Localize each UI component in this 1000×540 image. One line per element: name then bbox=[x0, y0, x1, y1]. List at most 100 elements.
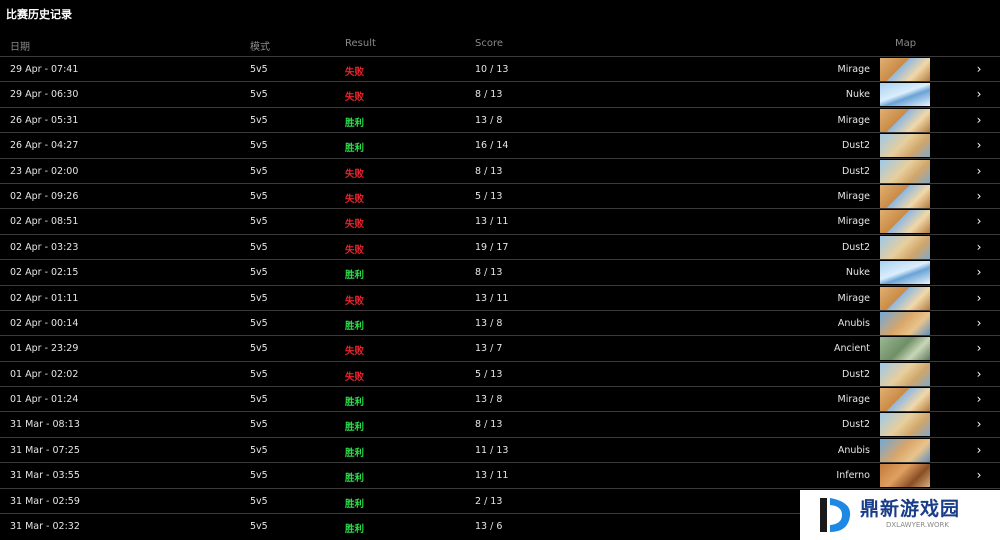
chevron-right-icon[interactable]: › bbox=[972, 62, 986, 76]
match-date: 29 Apr - 06:30 bbox=[10, 89, 79, 101]
match-mode: 5v5 bbox=[250, 521, 268, 533]
table-row[interactable]: 01 Apr - 23:29 5v5 失败 13 / 7 Ancient › bbox=[0, 335, 1000, 361]
table-row[interactable]: 02 Apr - 02:15 5v5 胜利 8 / 13 Nuke › bbox=[0, 259, 1000, 285]
match-result: 胜利 bbox=[345, 498, 365, 510]
match-date: 02 Apr - 01:11 bbox=[10, 292, 79, 304]
match-date: 01 Apr - 02:02 bbox=[10, 368, 79, 380]
match-date: 02 Apr - 08:51 bbox=[10, 216, 79, 228]
table-row[interactable]: 02 Apr - 09:26 5v5 失败 5 / 13 Mirage › bbox=[0, 182, 1000, 208]
match-score: 16 / 14 bbox=[475, 140, 509, 152]
match-date: 29 Apr - 07:41 bbox=[10, 64, 79, 75]
match-result: 失败 bbox=[345, 295, 365, 307]
chevron-right-icon[interactable]: › bbox=[972, 240, 986, 254]
table-row[interactable]: 01 Apr - 02:02 5v5 失败 5 / 13 Dust2 › bbox=[0, 360, 1000, 386]
table-row[interactable]: 02 Apr - 00:14 5v5 胜利 13 / 8 Anubis › bbox=[0, 309, 1000, 335]
table-row[interactable]: 31 Mar - 07:25 5v5 胜利 11 / 13 Anubis › bbox=[0, 436, 1000, 462]
map-name: Anubis bbox=[837, 317, 870, 329]
map-name: Dust2 bbox=[841, 241, 870, 253]
table-header: 日期 模式 Result Score Map bbox=[0, 36, 1000, 54]
header-map: Map bbox=[895, 38, 917, 49]
match-date: 26 Apr - 05:31 bbox=[10, 114, 79, 126]
map-thumbnail bbox=[880, 83, 930, 107]
match-score: 13 / 11 bbox=[475, 216, 509, 228]
chevron-right-icon[interactable]: › bbox=[972, 417, 986, 431]
map-name: Dust2 bbox=[841, 140, 870, 152]
map-thumbnail bbox=[880, 58, 930, 81]
match-date: 02 Apr - 00:14 bbox=[10, 317, 79, 329]
match-result: 失败 bbox=[345, 67, 365, 78]
chevron-right-icon[interactable]: › bbox=[972, 468, 986, 482]
chevron-right-icon[interactable]: › bbox=[972, 214, 986, 228]
chevron-right-icon[interactable]: › bbox=[972, 367, 986, 381]
table-row[interactable]: 02 Apr - 08:51 5v5 失败 13 / 11 Mirage › bbox=[0, 208, 1000, 234]
match-mode: 5v5 bbox=[250, 165, 268, 177]
table-row[interactable]: 29 Apr - 07:41 5v5 失败 10 / 13 Mirage › bbox=[0, 56, 1000, 81]
match-mode: 5v5 bbox=[250, 343, 268, 355]
match-result: 胜利 bbox=[345, 270, 365, 282]
chevron-right-icon[interactable]: › bbox=[972, 392, 986, 406]
match-date: 01 Apr - 23:29 bbox=[10, 343, 79, 355]
map-thumbnail bbox=[880, 108, 930, 132]
match-mode: 5v5 bbox=[250, 140, 268, 152]
match-score: 13 / 6 bbox=[475, 521, 503, 533]
table-row[interactable]: 02 Apr - 01:11 5v5 失败 13 / 11 Mirage › bbox=[0, 284, 1000, 310]
watermark-name: 鼎新游戏园 bbox=[860, 498, 961, 520]
match-result: 胜利 bbox=[345, 117, 365, 129]
table-row[interactable]: 02 Apr - 03:23 5v5 失败 19 / 17 Dust2 › bbox=[0, 233, 1000, 259]
match-score: 13 / 7 bbox=[475, 343, 503, 355]
match-mode: 5v5 bbox=[250, 267, 268, 279]
chevron-right-icon[interactable]: › bbox=[972, 138, 986, 152]
map-thumbnail bbox=[880, 159, 930, 183]
match-mode: 5v5 bbox=[250, 368, 268, 380]
match-date: 31 Mar - 02:59 bbox=[10, 495, 80, 507]
match-score: 13 / 8 bbox=[475, 317, 503, 329]
match-mode: 5v5 bbox=[250, 317, 268, 329]
map-name: Nuke bbox=[845, 89, 870, 101]
match-score: 10 / 13 bbox=[475, 64, 509, 75]
match-mode: 5v5 bbox=[250, 216, 268, 228]
map-name: Dust2 bbox=[841, 368, 870, 380]
chevron-right-icon[interactable]: › bbox=[972, 443, 986, 457]
chevron-right-icon[interactable]: › bbox=[972, 164, 986, 178]
watermark: 鼎新游戏园 DXLAWYER.WORK bbox=[800, 490, 1000, 540]
map-thumbnail bbox=[880, 210, 930, 234]
chevron-right-icon[interactable]: › bbox=[972, 316, 986, 330]
map-thumbnail bbox=[880, 464, 930, 488]
chevron-right-icon[interactable]: › bbox=[972, 87, 986, 101]
match-date: 31 Mar - 03:55 bbox=[10, 470, 80, 482]
map-name: Mirage bbox=[837, 292, 870, 304]
chevron-right-icon[interactable]: › bbox=[972, 265, 986, 279]
table-row[interactable]: 31 Mar - 03:55 5v5 胜利 13 / 11 Inferno › bbox=[0, 462, 1000, 488]
match-result: 胜利 bbox=[345, 473, 365, 485]
table-row[interactable]: 26 Apr - 04:27 5v5 胜利 16 / 14 Dust2 › bbox=[0, 132, 1000, 158]
chevron-right-icon[interactable]: › bbox=[972, 189, 986, 203]
map-name: Mirage bbox=[837, 114, 870, 126]
table-row[interactable]: 26 Apr - 05:31 5v5 胜利 13 / 8 Mirage › bbox=[0, 106, 1000, 132]
header-mode: 模式 bbox=[250, 42, 270, 53]
map-name: Mirage bbox=[837, 64, 870, 75]
table-row[interactable]: 31 Mar - 08:13 5v5 胜利 8 / 13 Dust2 › bbox=[0, 411, 1000, 437]
match-result: 失败 bbox=[345, 346, 365, 358]
match-score: 13 / 11 bbox=[475, 470, 509, 482]
match-date: 02 Apr - 02:15 bbox=[10, 267, 79, 279]
match-score: 13 / 8 bbox=[475, 114, 503, 126]
page-title: 比赛历史记录 bbox=[6, 8, 72, 21]
table-row[interactable]: 29 Apr - 06:30 5v5 失败 8 / 13 Nuke › bbox=[0, 81, 1000, 107]
map-thumbnail bbox=[880, 261, 930, 285]
match-mode: 5v5 bbox=[250, 190, 268, 202]
match-result: 胜利 bbox=[345, 143, 365, 155]
chevron-right-icon[interactable]: › bbox=[972, 341, 986, 355]
match-result: 失败 bbox=[345, 219, 365, 231]
chevron-right-icon[interactable]: › bbox=[972, 291, 986, 305]
table-row[interactable]: 01 Apr - 01:24 5v5 胜利 13 / 8 Mirage › bbox=[0, 386, 1000, 412]
match-result: 失败 bbox=[345, 92, 365, 104]
match-score: 8 / 13 bbox=[475, 419, 503, 431]
match-score: 8 / 13 bbox=[475, 267, 503, 279]
watermark-url: DXLAWYER.WORK bbox=[886, 521, 949, 529]
table-row[interactable]: 23 Apr - 02:00 5v5 失败 8 / 13 Dust2 › bbox=[0, 157, 1000, 183]
match-score: 5 / 13 bbox=[475, 190, 503, 202]
match-mode: 5v5 bbox=[250, 292, 268, 304]
chevron-right-icon[interactable]: › bbox=[972, 113, 986, 127]
match-result: 失败 bbox=[345, 168, 365, 180]
match-date: 23 Apr - 02:00 bbox=[10, 165, 79, 177]
